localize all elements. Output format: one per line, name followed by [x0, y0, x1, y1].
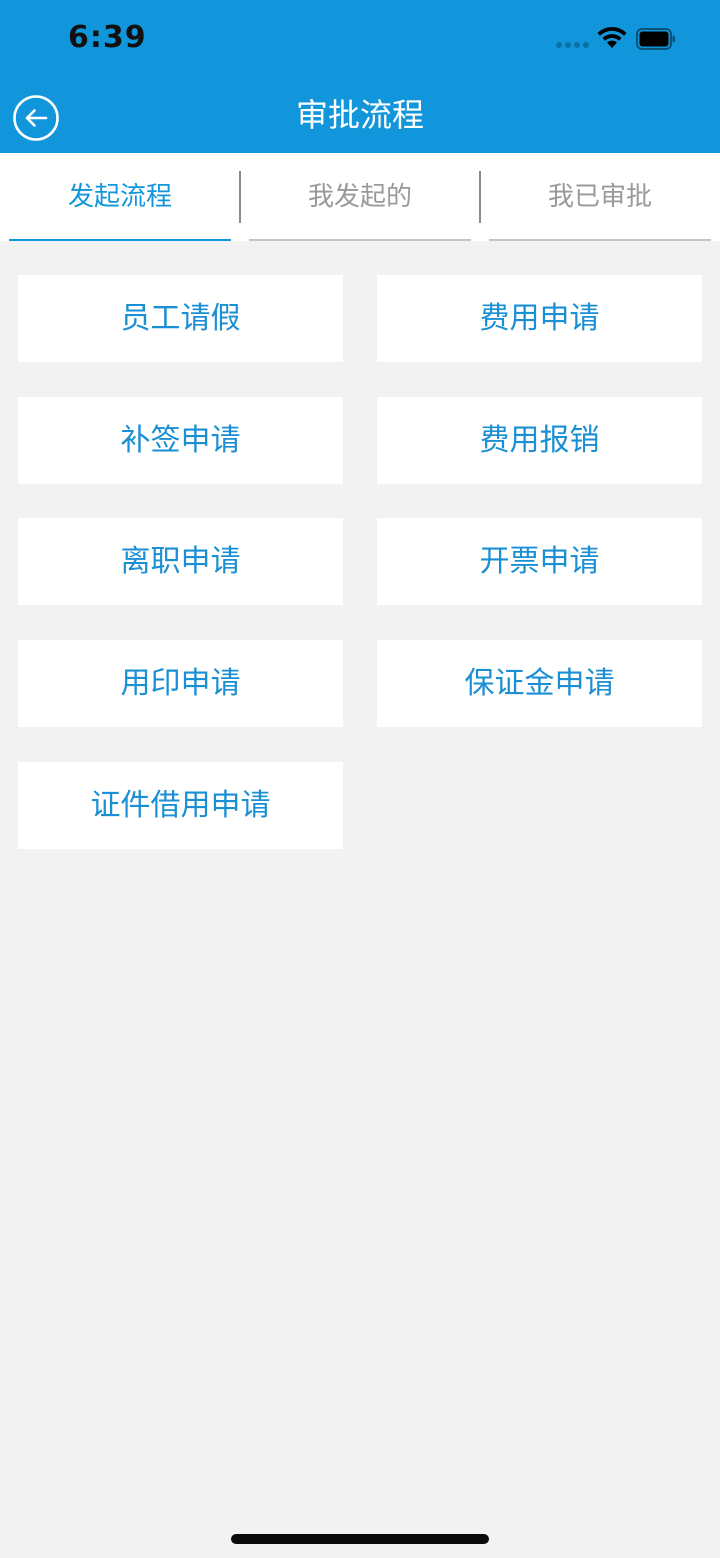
- wifi-icon: [597, 26, 627, 48]
- cellular-signal-icon: [556, 42, 590, 48]
- tab-underline-active: [9, 239, 231, 241]
- tab-start-process[interactable]: 发起流程: [0, 153, 240, 241]
- flow-item-expense-reimbursement[interactable]: 费用报销: [377, 397, 702, 484]
- battery-icon: [636, 28, 675, 50]
- app-header: 6:39 审批流程: [0, 0, 720, 153]
- tab-my-initiated[interactable]: 我发起的: [240, 153, 480, 241]
- flow-item-certificate-borrow[interactable]: 证件借用申请: [18, 762, 343, 849]
- tab-my-approved[interactable]: 我已审批: [480, 153, 720, 241]
- tab-bar: 发起流程 我发起的 我已审批: [0, 153, 720, 241]
- flow-item-makeup-sign[interactable]: 补签申请: [18, 397, 343, 484]
- flow-item-seal-request[interactable]: 用印申请: [18, 640, 343, 727]
- flow-item-staff-leave[interactable]: 员工请假: [18, 275, 343, 362]
- page-title: 审批流程: [295, 96, 424, 134]
- status-bar-time: 6:39: [68, 20, 147, 55]
- home-indicator[interactable]: [231, 1534, 489, 1544]
- flow-item-resignation[interactable]: 离职申请: [18, 518, 343, 605]
- flow-item-invoice-request[interactable]: 开票申请: [377, 518, 702, 605]
- flow-item-expense-request[interactable]: 费用申请: [377, 275, 702, 362]
- tab-underline: [489, 239, 711, 241]
- tab-underline: [249, 239, 471, 241]
- flow-item-deposit-request[interactable]: 保证金申请: [377, 640, 702, 727]
